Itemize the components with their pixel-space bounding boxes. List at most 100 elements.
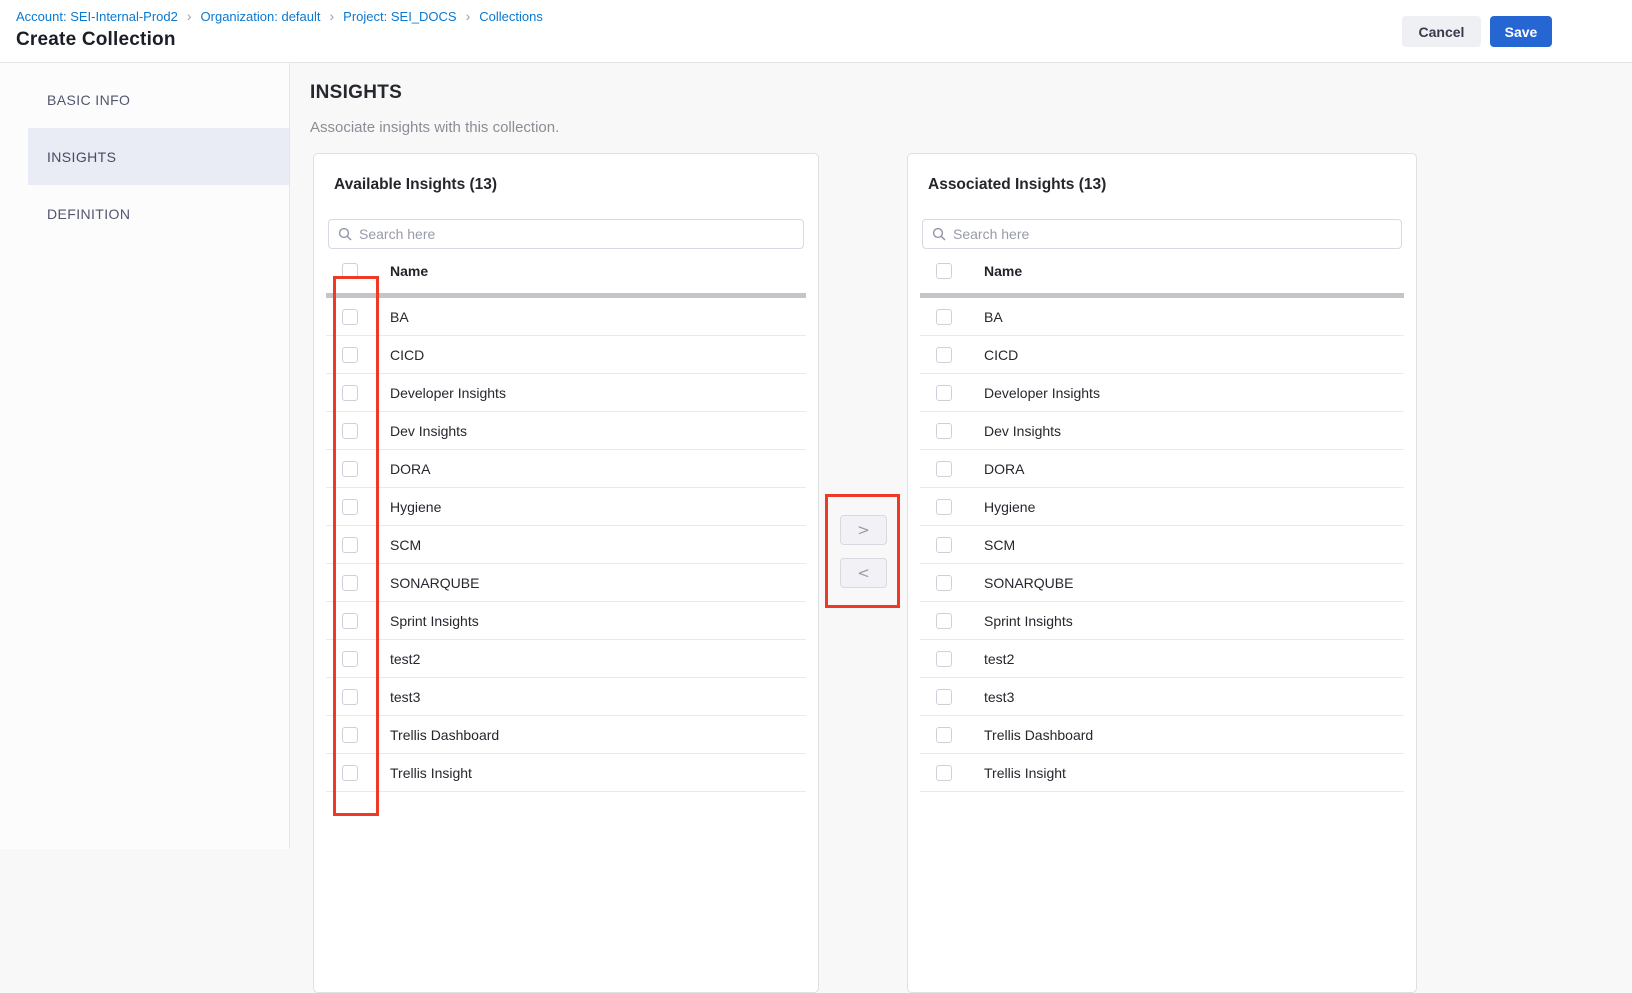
associated-insight-row: Developer Insights: [920, 374, 1404, 412]
move-right-button[interactable]: >: [840, 515, 887, 545]
available-insight-row: Hygiene: [326, 488, 806, 526]
row-checkbox[interactable]: [342, 423, 358, 439]
header-actions: Cancel Save: [1402, 16, 1552, 47]
associated-insight-row: Trellis Insight: [920, 754, 1404, 792]
insight-name: Developer Insights: [374, 385, 506, 401]
row-checkbox[interactable]: [342, 537, 358, 553]
available-insight-row: Developer Insights: [326, 374, 806, 412]
row-checkbox[interactable]: [936, 613, 952, 629]
available-insight-row: Trellis Insight: [326, 754, 806, 792]
insight-name: Trellis Insight: [968, 765, 1066, 781]
row-checkbox[interactable]: [342, 385, 358, 401]
breadcrumb-project-link[interactable]: Project: SEI_DOCS: [343, 9, 456, 24]
insight-name: Trellis Dashboard: [374, 727, 499, 743]
row-checkbox[interactable]: [342, 347, 358, 363]
sidebar-item-definition[interactable]: DEFINITION: [28, 185, 289, 242]
insight-name: BA: [968, 309, 1003, 325]
insight-name: Dev Insights: [968, 423, 1061, 439]
row-checkbox[interactable]: [342, 613, 358, 629]
insight-name: DORA: [968, 461, 1024, 477]
available-select-all-checkbox[interactable]: [342, 263, 358, 279]
associated-insight-row: test2: [920, 640, 1404, 678]
sidebar-nav: BASIC INFO INSIGHTS DEFINITION: [28, 71, 289, 242]
chevron-right-icon: ›: [330, 9, 335, 23]
available-insight-row: Sprint Insights: [326, 602, 806, 640]
annotation-box-transfer-buttons: [825, 494, 900, 608]
insight-name: test3: [374, 689, 420, 705]
insight-name: Developer Insights: [968, 385, 1100, 401]
associated-insight-row: SONARQUBE: [920, 564, 1404, 602]
row-checkbox[interactable]: [936, 727, 952, 743]
row-checkbox[interactable]: [342, 309, 358, 325]
move-left-button[interactable]: <: [840, 558, 887, 588]
available-insight-row: Trellis Dashboard: [326, 716, 806, 754]
sidebar-item-insights[interactable]: INSIGHTS: [28, 128, 289, 185]
available-search-box: [328, 219, 804, 249]
search-icon: [932, 227, 946, 241]
insight-name: CICD: [968, 347, 1018, 363]
associated-insight-row: DORA: [920, 450, 1404, 488]
row-checkbox[interactable]: [936, 461, 952, 477]
row-checkbox[interactable]: [936, 385, 952, 401]
available-insights-panel: Available Insights (13) Name BA CICD: [313, 153, 819, 993]
breadcrumb: Account: SEI-Internal-Prod2 › Organizati…: [16, 9, 543, 24]
row-checkbox[interactable]: [342, 765, 358, 781]
associated-select-all-checkbox[interactable]: [936, 263, 952, 279]
page-header: Account: SEI-Internal-Prod2 › Organizati…: [0, 0, 1632, 63]
associated-search-box: [922, 219, 1402, 249]
available-insight-row: CICD: [326, 336, 806, 374]
insight-name: SCM: [968, 537, 1015, 553]
insight-name: test3: [968, 689, 1014, 705]
chevron-right-icon: ›: [187, 9, 192, 23]
row-checkbox[interactable]: [342, 575, 358, 591]
sidebar-item-basic-info[interactable]: BASIC INFO: [28, 71, 289, 128]
associated-insight-row: Trellis Dashboard: [920, 716, 1404, 754]
associated-search-input[interactable]: [953, 226, 1392, 242]
insight-name: test2: [968, 651, 1014, 667]
breadcrumb-collections-link[interactable]: Collections: [479, 9, 543, 24]
insight-name: Trellis Insight: [374, 765, 472, 781]
row-checkbox[interactable]: [342, 727, 358, 743]
row-checkbox[interactable]: [936, 499, 952, 515]
available-table-body: BA CICD Developer Insights Dev Insights: [326, 298, 806, 792]
breadcrumb-account-link[interactable]: Account: SEI-Internal-Prod2: [16, 9, 178, 24]
associated-insight-row: Sprint Insights: [920, 602, 1404, 640]
insight-name: Trellis Dashboard: [968, 727, 1093, 743]
available-insight-row: test3: [326, 678, 806, 716]
breadcrumb-organization-link[interactable]: Organization: default: [201, 9, 321, 24]
associated-insight-row: Dev Insights: [920, 412, 1404, 450]
row-checkbox[interactable]: [936, 309, 952, 325]
row-checkbox[interactable]: [342, 651, 358, 667]
save-button[interactable]: Save: [1490, 16, 1552, 47]
page-title: Create Collection: [16, 29, 176, 51]
row-checkbox[interactable]: [342, 689, 358, 705]
row-checkbox[interactable]: [936, 765, 952, 781]
available-insights-title: Available Insights (13): [334, 176, 798, 194]
associated-insights-panel: Associated Insights (13) Name BA CICD: [907, 153, 1417, 993]
associated-insights-title: Associated Insights (13): [928, 176, 1396, 194]
available-insight-row: BA: [326, 298, 806, 336]
name-column-header: Name: [968, 263, 1022, 279]
available-insight-row: test2: [326, 640, 806, 678]
row-checkbox[interactable]: [936, 537, 952, 553]
available-insight-row: SONARQUBE: [326, 564, 806, 602]
row-checkbox[interactable]: [936, 347, 952, 363]
insight-name: Dev Insights: [374, 423, 467, 439]
insight-name: SCM: [374, 537, 421, 553]
insight-name: SONARQUBE: [968, 575, 1073, 591]
row-checkbox[interactable]: [342, 461, 358, 477]
row-checkbox[interactable]: [936, 689, 952, 705]
row-checkbox[interactable]: [936, 651, 952, 667]
available-table-header: Name: [326, 249, 806, 298]
insight-name: DORA: [374, 461, 430, 477]
row-checkbox[interactable]: [936, 575, 952, 591]
row-checkbox[interactable]: [342, 499, 358, 515]
cancel-button[interactable]: Cancel: [1402, 16, 1481, 47]
insight-name: CICD: [374, 347, 424, 363]
name-column-header: Name: [374, 263, 428, 279]
row-checkbox[interactable]: [936, 423, 952, 439]
associated-table-body: BA CICD Developer Insights Dev Insights: [920, 298, 1404, 792]
available-search-input[interactable]: [359, 226, 794, 242]
search-icon: [338, 227, 352, 241]
insight-name: SONARQUBE: [374, 575, 479, 591]
